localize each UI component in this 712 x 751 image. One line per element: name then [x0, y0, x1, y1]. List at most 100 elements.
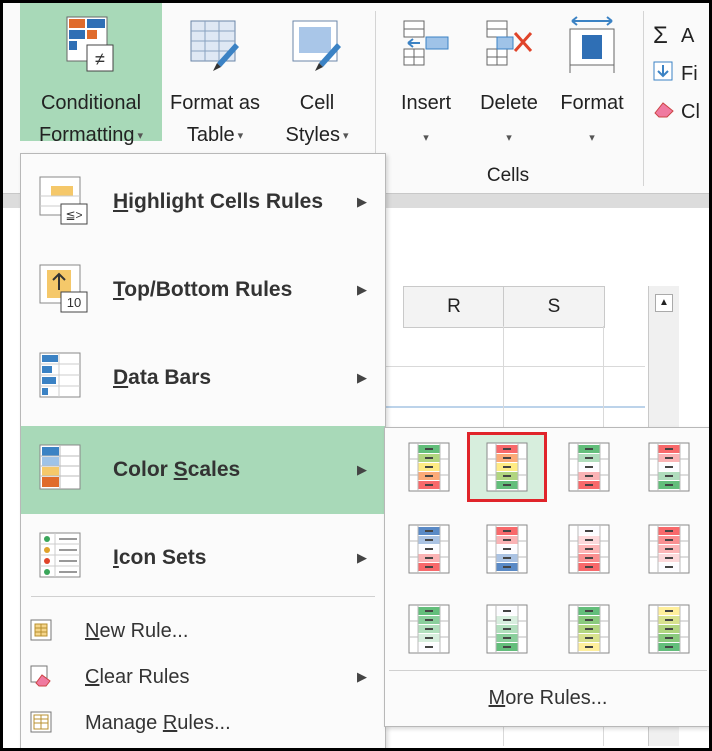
insert-cells-icon [403, 20, 449, 66]
submenu-arrow-icon: ▶ [357, 194, 367, 209]
color-scale-green-yellow-icon [568, 604, 610, 654]
menu-item-color-scales[interactable]: Color Scales ▶ [21, 426, 385, 514]
conditional-formatting-menu: ≦> Highlight Cells Rules ▶ 10 Top/Bottom… [20, 153, 386, 748]
autosum-label: A [681, 24, 695, 47]
menu-item-icon-sets[interactable]: Icon Sets ▶ [21, 514, 385, 602]
label-accel: N [85, 620, 100, 642]
dropdown-caret-icon: ▾ [423, 132, 429, 144]
delete-cells-icon [486, 20, 533, 66]
more-rules-item[interactable]: More Rules... [385, 672, 709, 724]
delete-label: Delete [480, 92, 538, 114]
dropdown-caret-icon: ▾ [589, 132, 595, 144]
eraser-icon [653, 98, 681, 126]
data-bars-icon [39, 352, 81, 398]
dropdown-caret-icon: ▾ [342, 129, 349, 142]
color-scale-red-white-icon [648, 524, 690, 574]
color-scale-yellow-green-icon [648, 604, 690, 654]
dropdown-caret-icon: ▾ [237, 129, 244, 142]
color-scale-red-yellow-green-icon [486, 442, 528, 492]
clear-button[interactable]: Cl [653, 93, 709, 131]
cell-styles-label-2: Styles [285, 124, 340, 146]
color-scale-green-white[interactable] [389, 594, 469, 664]
scroll-up-icon[interactable]: ▲ [655, 294, 673, 312]
color-scale-red-white-blue[interactable] [467, 514, 547, 584]
dropdown-caret-icon: ▾ [506, 132, 512, 144]
group-separator [643, 11, 644, 186]
insert-label: Insert [400, 92, 452, 114]
menu-item-manage-rules[interactable]: Manage Rules... [21, 700, 385, 746]
fill-label: Fi [681, 62, 698, 85]
menu-item-highlight-cells-rules[interactable]: ≦> Highlight Cells Rules ▶ [21, 158, 385, 246]
cells-group-label: Cells [486, 165, 530, 186]
label-post: ighlight Cells Rules [128, 190, 324, 213]
manage-rules-icon [30, 711, 52, 733]
label-post: op/Bottom Rules [124, 278, 293, 301]
color-scale-green-yellow-red[interactable] [389, 432, 469, 502]
clear-label: Cl [681, 100, 700, 123]
new-rule-icon [30, 619, 52, 641]
column-header-r[interactable]: R [403, 286, 505, 328]
menu-separator [389, 670, 707, 671]
color-scales-icon [39, 444, 81, 490]
color-scale-red-white-green[interactable] [629, 432, 709, 502]
grid-line [383, 406, 645, 408]
color-scale-yellow-green[interactable] [629, 594, 709, 664]
label-accel: D [113, 366, 129, 389]
color-scale-green-yellow-red-icon [408, 442, 450, 492]
color-scale-white-green[interactable] [467, 594, 547, 664]
label-post: cales [187, 458, 241, 481]
delete-button[interactable]: Delete ▾ [469, 3, 549, 158]
color-scale-blue-white-red[interactable] [389, 514, 469, 584]
menu-item-new-rule[interactable]: New Rule... [21, 608, 385, 654]
svg-text:≠: ≠ [95, 49, 105, 69]
format-cells-icon [569, 16, 615, 73]
insert-button[interactable]: Insert ▾ [383, 3, 469, 158]
label-accel: T [113, 278, 125, 301]
autosum-button[interactable]: Σ A [653, 17, 709, 55]
format-as-table-label-1: Format as [169, 92, 261, 114]
grid-line [383, 366, 645, 367]
label-pre: Manage [85, 712, 163, 734]
submenu-arrow-icon: ▶ [357, 462, 367, 477]
dropdown-caret-icon: ▾ [137, 129, 144, 142]
color-scale-red-yellow-green[interactable] [467, 432, 547, 502]
color-scale-white-red[interactable] [549, 514, 629, 584]
conditional-formatting-label-1: Conditional [40, 92, 142, 114]
label-post: ew Rule... [99, 620, 189, 642]
color-scale-green-yellow[interactable] [549, 594, 629, 664]
color-scale-green-white-red[interactable] [549, 432, 629, 502]
menu-item-clear-rules[interactable]: Clear Rules ▶ [21, 654, 385, 700]
label-accel: S [173, 458, 188, 481]
cell-styles-button[interactable]: Cell Styles ▾ [269, 3, 365, 158]
color-scale-red-white-green-icon [648, 442, 690, 492]
label-post: lear Rules [99, 666, 190, 688]
color-scales-submenu: More Rules... [384, 427, 709, 727]
menu-separator [31, 596, 375, 597]
format-as-table-label-2: Table [186, 124, 235, 146]
label-post: con Sets [118, 546, 207, 569]
submenu-arrow-icon: ▶ [357, 669, 367, 684]
label-pre: Color [113, 458, 174, 481]
column-header-s[interactable]: S [503, 286, 605, 328]
color-scale-red-white-blue-icon [486, 524, 528, 574]
label-accel: R [162, 712, 178, 734]
format-button[interactable]: Format ▾ [549, 3, 635, 158]
menu-item-data-bars[interactable]: Data Bars ▶ [21, 334, 385, 422]
label-post: ata Bars [128, 366, 212, 389]
conditional-formatting-button[interactable]: ≠ Conditional Formatting ▾ [20, 3, 162, 146]
submenu-arrow-icon: ▶ [357, 550, 367, 565]
svg-text:10: 10 [67, 295, 81, 310]
menu-item-top-bottom-rules[interactable]: 10 Top/Bottom Rules ▶ [21, 246, 385, 334]
label-accel: H [113, 190, 129, 213]
color-scale-blue-white-red-icon [408, 524, 450, 574]
color-scale-red-white[interactable] [629, 514, 709, 584]
svg-text:≦>: ≦> [65, 208, 82, 222]
cell-styles-label-1: Cell [299, 92, 335, 114]
format-as-table-button[interactable]: Format as Table ▾ [165, 3, 265, 158]
format-as-table-icon [190, 20, 239, 71]
label-accel: M [488, 687, 506, 709]
fill-button[interactable]: Fi [653, 55, 709, 93]
submenu-arrow-icon: ▶ [357, 282, 367, 297]
conditional-formatting-label-2: Formatting [38, 124, 135, 146]
cell-styles-icon [292, 20, 341, 71]
